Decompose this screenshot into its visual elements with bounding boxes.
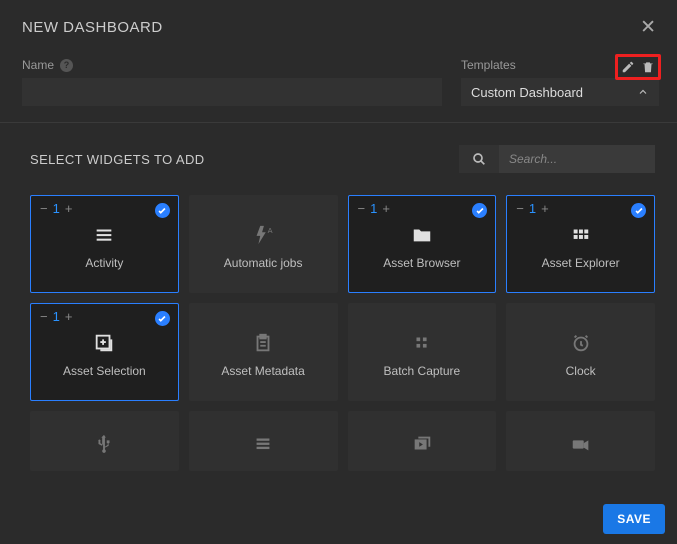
close-button[interactable]: ✕ — [637, 13, 659, 42]
name-label: Name — [22, 58, 54, 72]
template-select[interactable]: Custom Dashboard — [461, 78, 659, 106]
widget-tile[interactable]: Clock — [506, 303, 655, 401]
plus-button[interactable]: + — [65, 201, 73, 216]
widget-label: Asset Explorer — [542, 256, 620, 270]
clock-icon — [570, 332, 592, 354]
name-field[interactable] — [22, 78, 442, 106]
plus-button[interactable]: + — [541, 201, 549, 216]
stack-icon — [252, 433, 274, 455]
widget-label: Asset Browser — [383, 256, 460, 270]
folder-icon — [411, 224, 433, 246]
widget-tile[interactable]: Asset Metadata — [189, 303, 338, 401]
check-badge-icon — [631, 203, 646, 218]
widget-label: Clock — [566, 364, 596, 378]
template-selected-value: Custom Dashboard — [471, 85, 583, 100]
widget-tile[interactable]: A Automatic jobs — [189, 195, 338, 293]
grid-icon — [570, 224, 592, 246]
widget-tile[interactable]: − 1 + Asset Selection — [30, 303, 179, 401]
widget-tile[interactable] — [189, 411, 338, 471]
clipboard-icon — [252, 332, 274, 354]
usb-icon — [93, 433, 115, 455]
bolt-a-icon: A — [252, 224, 274, 246]
trash-icon[interactable] — [641, 60, 655, 74]
widget-label: Asset Metadata — [221, 364, 304, 378]
svg-text:A: A — [268, 226, 273, 235]
minus-button[interactable]: − — [516, 201, 524, 216]
plus-button[interactable]: + — [382, 201, 390, 216]
edit-icon[interactable] — [621, 60, 635, 74]
check-badge-icon — [472, 203, 487, 218]
widget-count: 1 — [53, 309, 60, 324]
save-button[interactable]: SAVE — [603, 504, 665, 534]
templates-label: Templates — [461, 58, 516, 72]
minus-button[interactable]: − — [358, 201, 366, 216]
widget-tile[interactable] — [506, 411, 655, 471]
widget-tile[interactable] — [30, 411, 179, 471]
widget-label: Asset Selection — [63, 364, 146, 378]
widget-label: Activity — [85, 256, 123, 270]
help-icon[interactable]: ? — [60, 59, 73, 72]
widget-tile[interactable] — [348, 411, 497, 471]
widget-count: 1 — [370, 201, 377, 216]
widget-tile[interactable]: Batch Capture — [348, 303, 497, 401]
plus-button[interactable]: + — [65, 309, 73, 324]
widget-tile[interactable]: − 1 + Activity — [30, 195, 179, 293]
menu-icon — [93, 224, 115, 246]
widget-tile[interactable]: − 1 + Asset Browser — [348, 195, 497, 293]
widget-tile[interactable]: − 1 + Asset Explorer — [506, 195, 655, 293]
widget-label: Batch Capture — [384, 364, 461, 378]
search-icon[interactable] — [459, 145, 499, 173]
search-input[interactable] — [499, 145, 655, 173]
minus-button[interactable]: − — [40, 309, 48, 324]
widget-label: Automatic jobs — [224, 256, 303, 270]
chevron-up-icon — [637, 86, 649, 98]
dialog-title: NEW DASHBOARD — [22, 19, 163, 36]
grid-small-icon — [411, 332, 433, 354]
section-title: SELECT WIDGETS TO ADD — [30, 152, 205, 167]
widget-count: 1 — [53, 201, 60, 216]
check-badge-icon — [155, 203, 170, 218]
check-badge-icon — [155, 311, 170, 326]
video-icon — [570, 433, 592, 455]
play-collection-icon — [411, 433, 433, 455]
add-box-icon — [93, 332, 115, 354]
minus-button[interactable]: − — [40, 201, 48, 216]
widget-count: 1 — [529, 201, 536, 216]
